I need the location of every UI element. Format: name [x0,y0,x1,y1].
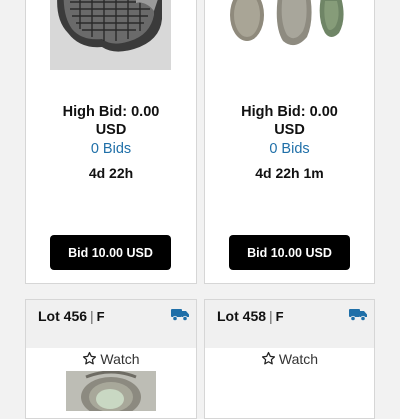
ring-photo[interactable] [66,371,156,411]
bid-info: High Bid: 0.00 USD 0 Bids 4d 22h 1m [205,103,374,182]
high-bid-currency: USD [274,122,305,138]
star-icon [261,351,275,365]
lot-header: Lot 456 | F [26,300,196,348]
high-bid: High Bid: 0.00 [241,104,338,120]
watch-label: Watch [278,351,319,367]
silver-pendant-photo [50,0,171,70]
truck-icon [349,309,367,321]
lot-title[interactable]: Lot 458 | F [217,308,284,324]
lot-title[interactable]: Lot 456 | F [38,308,105,324]
lot-card: Lot 458 | F Watch [204,299,375,419]
item-image[interactable] [205,0,374,73]
item-image[interactable] [26,0,196,73]
watch-label: Watch [100,351,140,367]
high-bid-currency: USD [95,122,127,138]
lot-card: High Bid: 0.00 USD 0 Bids 4d 22h Bid 10.… [25,0,197,284]
time-left: 4d 22h [88,165,134,181]
watch-button[interactable]: Watch [26,351,196,367]
lot-card: Lot 456 | F Watch [25,299,197,419]
lot-code: F [96,309,105,324]
lot-card: High Bid: 0.00 USD 0 Bids 4d 22h 1m Bid … [204,0,375,284]
watch-button[interactable]: Watch [205,351,374,367]
bid-info: High Bid: 0.00 USD 0 Bids 4d 22h [26,103,196,182]
bid-button[interactable]: Bid 10.00 USD [229,235,350,270]
truck-icon [171,309,189,321]
lot-header: Lot 458 | F [205,300,374,348]
bid-button[interactable]: Bid 10.00 USD [50,235,171,270]
lot-number: Lot 458 [217,308,267,324]
lot-separator: | [269,308,273,324]
high-bid: High Bid: 0.00 [62,104,160,120]
stone-pendants-photo [229,0,351,51]
star-icon [83,351,97,365]
time-left: 4d 22h 1m [255,165,324,181]
lot-number: Lot 456 [38,308,88,324]
bids-link[interactable]: 0 Bids [26,140,196,158]
lot-code: F [275,309,284,324]
bids-link[interactable]: 0 Bids [205,140,374,158]
lot-separator: | [90,308,94,324]
